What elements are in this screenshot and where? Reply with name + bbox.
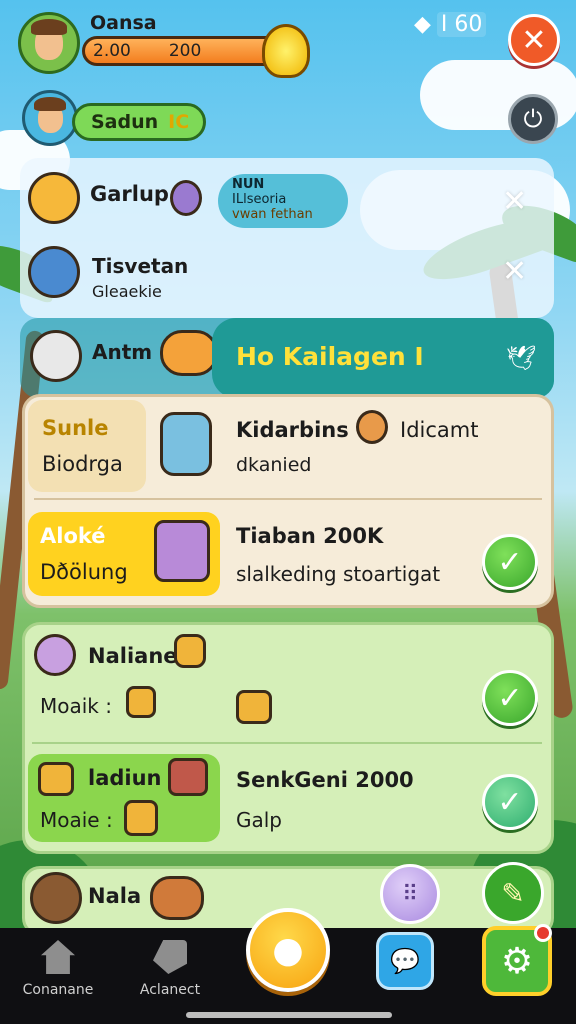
nav-home[interactable]: Conanane (8, 940, 108, 998)
row-3-name: Antm (92, 340, 153, 364)
nav-second[interactable]: Aclanect (120, 940, 220, 998)
quest-4-subtitle: Galp (236, 808, 283, 832)
avatar-face-icon (21, 15, 77, 71)
resource-bar: 2.00 200 (82, 36, 282, 66)
friend-badge: IC (168, 111, 190, 133)
close-button[interactable]: ✕ (508, 14, 560, 66)
info-title: NUN (232, 177, 265, 192)
quest-3-subtitle: Moaik : (40, 694, 112, 718)
friend-avatar[interactable] (22, 90, 78, 146)
tool-icon (236, 690, 272, 724)
quest-2-tab-title: Aloké (40, 524, 106, 548)
quest-1-subtitle: dkanied (236, 454, 312, 476)
row-avatar[interactable] (28, 246, 80, 298)
character-icon (170, 180, 202, 216)
quest-3-check-button[interactable]: ✓ (482, 670, 538, 726)
quest-1-title: Kidarbins (236, 418, 349, 442)
quest-2-check-button[interactable]: ✓ (482, 534, 538, 590)
wifi-icon: ◆ (414, 12, 431, 37)
row-avatar[interactable] (34, 634, 76, 676)
bird-token-icon (38, 762, 74, 796)
quest-3-name: Naliane (88, 644, 178, 668)
tag-icon (153, 940, 187, 974)
power-button[interactable]: ⏻ (508, 94, 558, 144)
quest-2-title: Tiaban 200K (236, 524, 384, 548)
tool-icon (124, 800, 158, 836)
status-bar: ◆ I 60 (414, 12, 487, 37)
quest-1-extra: Idicamt (400, 418, 479, 442)
info-line-2: vwan fethan (232, 207, 313, 222)
dismiss-icon[interactable]: ✕ (502, 254, 527, 289)
row-2-name: Tisvetan (92, 254, 189, 278)
resource-left-value: 2.00 (93, 41, 131, 61)
bird-token-icon (126, 686, 156, 718)
row-avatar[interactable] (28, 172, 80, 224)
player-name: Oansa (90, 12, 157, 34)
character-icon (160, 330, 218, 376)
quest-4-tab-title: ladiun (88, 766, 162, 790)
leaf-action-button[interactable]: ✎ (482, 862, 544, 924)
home-indicator (186, 1012, 392, 1018)
quest-4-check-button[interactable]: ✓ (482, 774, 538, 830)
quest-5-name: Nala (88, 884, 142, 908)
notification-dot (534, 924, 552, 942)
quest-1-tab-subtitle: Biodrga (42, 452, 123, 476)
avatar-face-icon (25, 93, 75, 143)
battery-indicator: I 60 (436, 12, 487, 37)
quest-4-tab-subtitle: Moaie : (40, 808, 113, 832)
player-avatar[interactable] (18, 12, 80, 74)
backpack-icon (154, 520, 210, 582)
quest-1-tab-title: Sunle (42, 416, 109, 440)
nav-second-label: Aclanect (139, 982, 201, 998)
explorer-character-icon (160, 412, 212, 476)
bird-icon[interactable]: 🕊 (506, 344, 536, 372)
row-1-name: Garlup (90, 182, 169, 206)
gold-gem-icon[interactable] (262, 24, 310, 78)
divider (32, 742, 542, 744)
info-bubble: NUN ILlseoria vwan fethan (218, 174, 348, 228)
crate-icon (174, 634, 206, 668)
quest-2-tab-subtitle: Dðölung (40, 560, 128, 584)
row-avatar[interactable] (30, 330, 82, 382)
reward-banner-text: Ho Kailagen I (236, 342, 424, 371)
resource-right-value: 200 (168, 41, 202, 61)
book-stack-icon (168, 758, 208, 796)
friend-name-pill[interactable]: Sadun IC (72, 103, 206, 141)
row-2-subtitle: Gleaekie (92, 282, 162, 301)
home-icon (41, 940, 75, 974)
quest-4-title: SenkGeni 2000 (236, 768, 414, 792)
nav-home-label: Conanane (22, 982, 94, 998)
quest-tab[interactable] (28, 400, 146, 492)
info-line-1: ILlseoria (232, 192, 287, 207)
row-avatar[interactable] (30, 872, 82, 924)
dismiss-icon[interactable]: ✕ (502, 184, 527, 219)
creature-icon (356, 410, 388, 444)
chat-button[interactable]: 💬 (376, 932, 434, 990)
more-options-button[interactable]: ⠿ (380, 864, 440, 924)
divider (34, 498, 542, 500)
center-action-button[interactable]: ● (246, 908, 330, 992)
chest-icon (150, 876, 204, 920)
friend-name: Sadun (91, 111, 159, 133)
quest-2-subtitle: slalkeding stoartigat (236, 562, 441, 586)
